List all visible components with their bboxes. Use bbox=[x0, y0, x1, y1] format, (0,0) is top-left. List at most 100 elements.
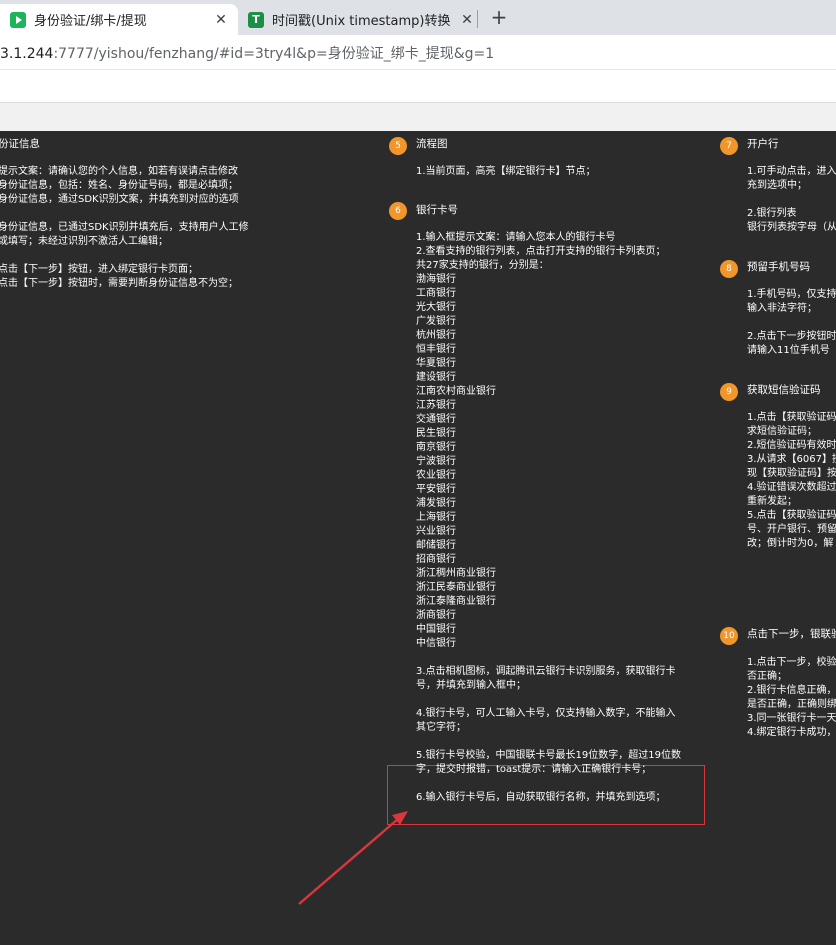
note-line: 共27家支持的银行，分别是： bbox=[416, 260, 549, 271]
close-icon[interactable]: ✕ bbox=[212, 11, 230, 29]
bank-list-item: 杭州银行 bbox=[416, 330, 456, 341]
note-line: 5.点击【获取验证码 bbox=[747, 510, 836, 521]
tab-inactive[interactable]: T 时间戳(Unix timestamp)转换工具 ✕ bbox=[238, 4, 476, 35]
bank-list-item: 邮储银行 bbox=[416, 540, 456, 551]
play-favicon-icon bbox=[10, 11, 26, 28]
note-line: 提示文案：请确认您的个人信息，如若有误请点击修改 bbox=[0, 166, 238, 177]
url-host: 3.1.244 bbox=[0, 46, 54, 62]
bank-list-item: 招商银行 bbox=[416, 554, 456, 565]
url-text[interactable]: 3.1.244:7777/yishou/fenzhang/#id=3try4l&… bbox=[0, 43, 494, 63]
note-line: 字，提交时报错，toast提示：请输入正确银行卡号； bbox=[416, 764, 652, 775]
tab-title: 身份验证/绑卡/提现 bbox=[34, 14, 147, 29]
bank-list-item: 南京银行 bbox=[416, 442, 456, 453]
note-line: 4.银行卡号，可人工输入卡号，仅支持输入数字，不能输入 bbox=[416, 708, 676, 719]
section-title: 获取短信验证码 bbox=[747, 384, 821, 396]
bank-list-item: 民生银行 bbox=[416, 428, 456, 439]
bank-list-item: 宁波银行 bbox=[416, 456, 456, 467]
section-number-badge: 5 bbox=[389, 137, 407, 155]
section-title: 预留手机号码 bbox=[747, 261, 810, 273]
bank-list-item: 建设银行 bbox=[416, 372, 456, 383]
note-line: 2.短信验证码有效时 bbox=[747, 440, 836, 451]
section-number-badge: 7 bbox=[720, 137, 738, 155]
note-line: 3.点击相机图标，调起腾讯云银行卡识别服务，获取银行卡 bbox=[416, 666, 676, 677]
bank-list-item: 中国银行 bbox=[416, 624, 456, 635]
section-number-badge: 9 bbox=[720, 383, 738, 401]
section-title: 份证信息 bbox=[0, 138, 40, 150]
bank-list-item: 浙江泰隆商业银行 bbox=[416, 596, 496, 607]
tab-active[interactable]: 身份验证/绑卡/提现 ✕ bbox=[0, 4, 238, 35]
note-line: 否正确； bbox=[747, 671, 787, 682]
note-line: 1.输入框提示文案：请输入您本人的银行卡号 bbox=[416, 232, 616, 243]
bank-list-item: 广发银行 bbox=[416, 316, 456, 327]
ruler-band bbox=[0, 102, 836, 131]
section-number-badge: 8 bbox=[720, 260, 738, 278]
prototype-canvas: 份证信息提示文案：请确认您的个人信息，如若有误请点击修改 身份证信息，包括：姓名、… bbox=[0, 131, 836, 945]
bank-list-item: 江南农村商业银行 bbox=[416, 386, 496, 397]
tab-title: 时间戳(Unix timestamp)转换工具 bbox=[272, 14, 450, 29]
note-line: 2.查看支持的银行列表，点击打开支持的银行卡列表页； bbox=[416, 246, 666, 257]
bank-list-item: 光大银行 bbox=[416, 302, 456, 313]
note-line: 1.当前页面，高亮【绑定银行卡】节点； bbox=[416, 166, 596, 177]
note-line: 2.银行卡信息正确， bbox=[747, 685, 836, 696]
note-line: 6.输入银行卡号后，自动获取银行名称，并填充到选项； bbox=[416, 792, 666, 803]
bank-list-item: 交通银行 bbox=[416, 414, 456, 425]
note-line: 1.手机号码，仅支持 bbox=[747, 289, 836, 300]
tab-separator bbox=[477, 10, 478, 28]
note-line: 改；倒计时为0，解 bbox=[747, 538, 834, 549]
note-line: 身份证信息，通过SDK识别文案，并填充到对应的选项 bbox=[0, 194, 239, 205]
bank-list-item: 中信银行 bbox=[416, 638, 456, 649]
note-line: 现【获取验证码】按 bbox=[747, 468, 836, 479]
section-title: 点击下一步，银联验 bbox=[747, 628, 836, 640]
note-line: 1.可手动点击，进入 bbox=[747, 166, 836, 177]
note-line: 点击【下一步】按钮，进入绑定银行卡页面； bbox=[0, 264, 198, 275]
note-line: 请输入11位手机号 bbox=[747, 345, 830, 356]
note-line: 4.绑定银行卡成功， bbox=[747, 727, 836, 738]
note-line: 身份证信息，包括：姓名、身份证号码，都是必填项； bbox=[0, 180, 238, 191]
note-line: 银行列表按字母（从 bbox=[747, 222, 836, 233]
note-line: 2.点击下一步按钮时 bbox=[747, 331, 836, 342]
note-line: 充到选项中； bbox=[747, 180, 807, 191]
section-title: 开户行 bbox=[747, 138, 779, 150]
note-line: 号，并填充到输入框中； bbox=[416, 680, 526, 691]
bank-list-item: 浦发银行 bbox=[416, 498, 456, 509]
bank-list-item: 上海银行 bbox=[416, 512, 456, 523]
note-line: 点击【下一步】按钮时，需要判断身份证信息不为空； bbox=[0, 278, 238, 289]
bank-list-item: 浙商银行 bbox=[416, 610, 456, 621]
note-line: 是否正确，正确则绑 bbox=[747, 699, 836, 710]
note-line: 求短信验证码； bbox=[747, 426, 817, 437]
section-number-badge: 10 bbox=[720, 627, 738, 645]
note-line: 3.从请求【6067】接 bbox=[747, 454, 836, 465]
note-line: 其它字符； bbox=[416, 722, 466, 733]
note-line: 1.点击【获取验证码 bbox=[747, 412, 836, 423]
section-title: 流程图 bbox=[416, 138, 448, 150]
new-tab-plus-icon[interactable]: + bbox=[488, 5, 510, 29]
t-favicon-icon: T bbox=[248, 11, 264, 28]
url-path: :7777/yishou/fenzhang/#id=3try4l&p=身份验证_… bbox=[53, 46, 495, 62]
bank-list-item: 江苏银行 bbox=[416, 400, 456, 411]
bank-list-item: 渤海银行 bbox=[416, 274, 456, 285]
note-line: 3.同一张银行卡一天 bbox=[747, 713, 836, 724]
bank-list-item: 平安银行 bbox=[416, 484, 456, 495]
toolbar-band bbox=[0, 69, 836, 102]
bank-list-item: 兴业银行 bbox=[416, 526, 456, 537]
note-line: 5.银行卡号校验，中国银联卡号最长19位数字，超过19位数 bbox=[416, 750, 681, 761]
note-line: 1.点击下一步，校验 bbox=[747, 657, 836, 668]
bank-list-item: 浙江民泰商业银行 bbox=[416, 582, 496, 593]
note-line: 重新发起； bbox=[747, 496, 797, 507]
note-line: 号、开户银行、预留 bbox=[747, 524, 836, 535]
address-bar[interactable]: 3.1.244:7777/yishou/fenzhang/#id=3try4l&… bbox=[0, 35, 836, 69]
bank-list-item: 恒丰银行 bbox=[416, 344, 456, 355]
red-arrow-shaft bbox=[298, 818, 399, 905]
bank-list-item: 工商银行 bbox=[416, 288, 456, 299]
section-number-badge: 6 bbox=[389, 202, 407, 220]
section-title: 银行卡号 bbox=[416, 204, 458, 216]
note-line: 输入非法字符； bbox=[747, 303, 817, 314]
note-line: 身份证信息，已通过SDK识别并填充后，支持用户人工修 bbox=[0, 222, 249, 233]
note-line: 2.银行列表 bbox=[747, 208, 797, 219]
note-line: 4.验证错误次数超过 bbox=[747, 482, 836, 493]
bank-list-item: 浙江稠州商业银行 bbox=[416, 568, 496, 579]
note-line: 或填写；未经过识别不激活人工编辑； bbox=[0, 236, 168, 247]
browser-tab-strip: 身份验证/绑卡/提现 ✕ T 时间戳(Unix timestamp)转换工具 ✕… bbox=[0, 0, 836, 35]
close-icon[interactable]: ✕ bbox=[458, 11, 476, 29]
bank-list-item: 华夏银行 bbox=[416, 358, 456, 369]
